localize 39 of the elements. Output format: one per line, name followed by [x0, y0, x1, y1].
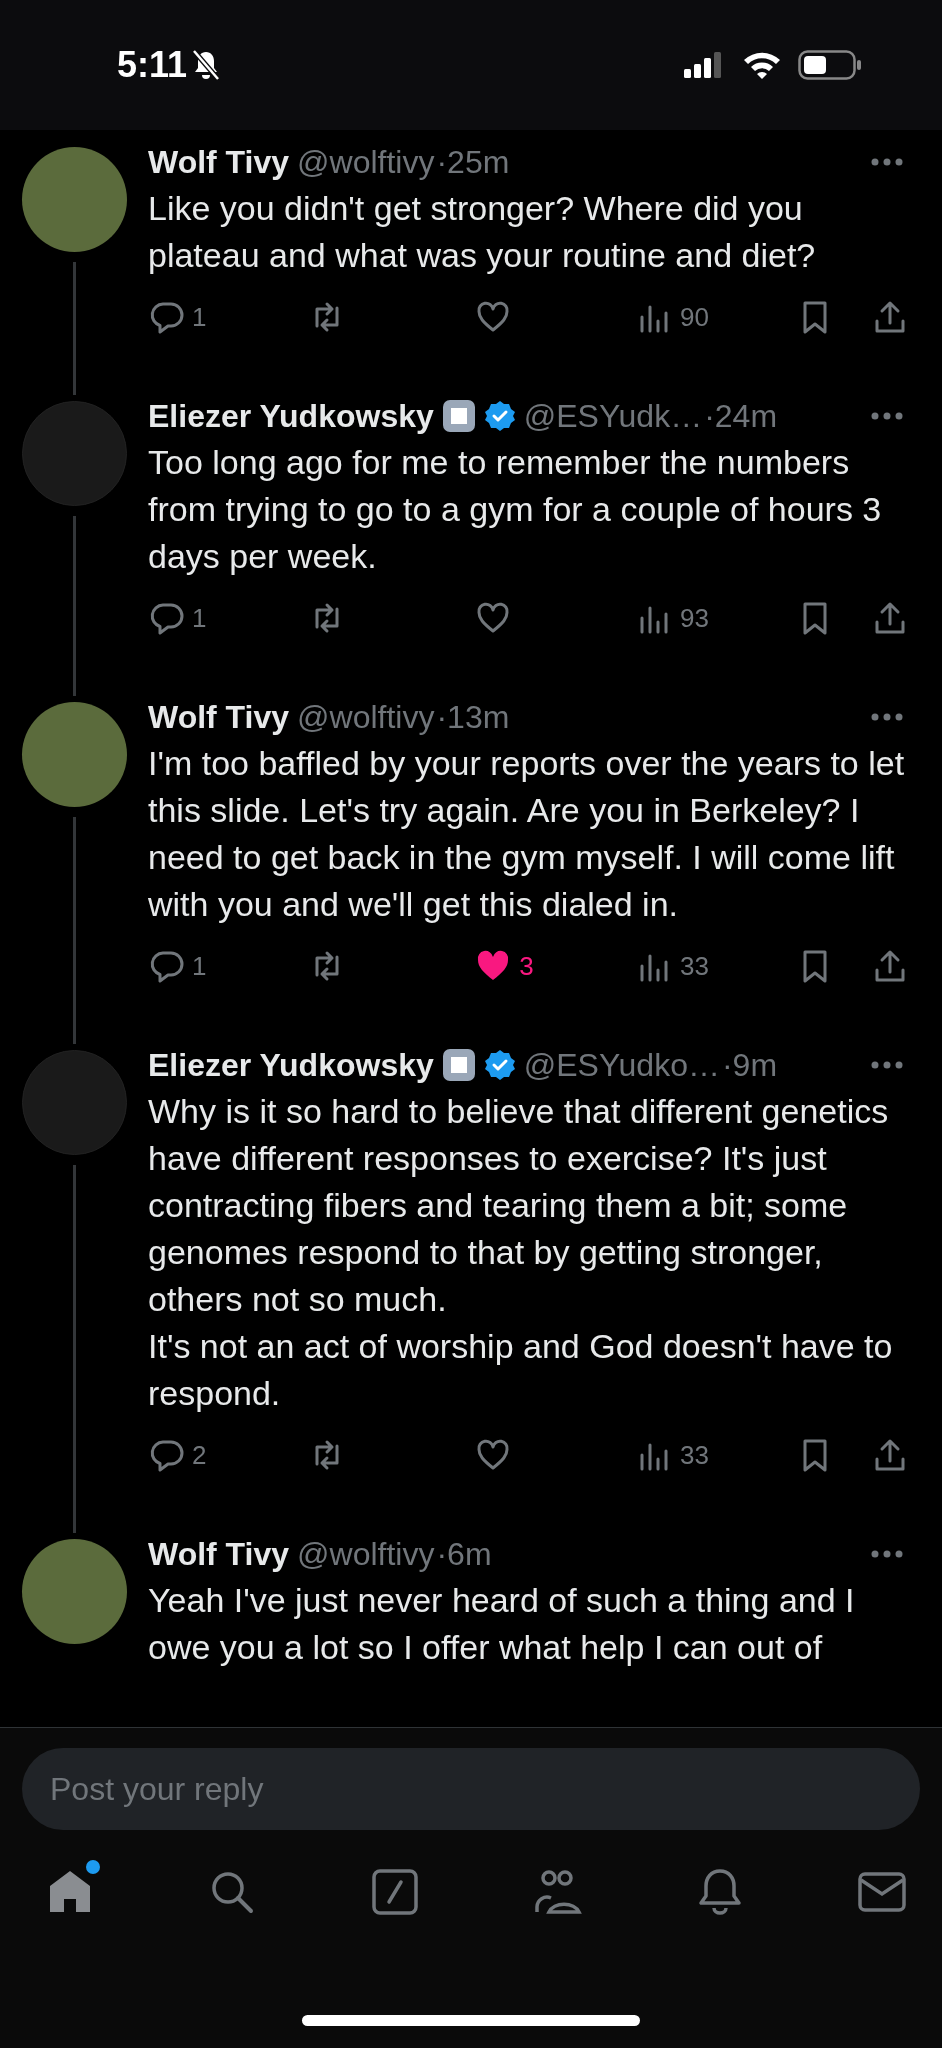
signal-icon — [684, 52, 724, 78]
post-text: Why is it so hard to believe that different genetics have different responses to exercise? It's just contracting fibers and tearing them a bit; some genomes respond to that by getting stronger, others not so much. It's not an act of worship and God doesn't have to respond. — [148, 1091, 894, 1414]
user-name[interactable]: Eliezer Yudkowsky — [148, 1041, 434, 1089]
post-text: Too long ago for me to remember the numbers from trying to go to a gym for a couple of hours 3 days per week. — [148, 442, 883, 577]
reply-button[interactable]: 1 — [148, 598, 309, 638]
user-handle[interactable]: @wolftivy — [297, 693, 435, 741]
battery-icon — [798, 50, 862, 80]
post-text: Like you didn't get stronger? Where did you plateau and what was your routine and diet? — [148, 188, 817, 276]
more-icon[interactable] — [870, 712, 904, 722]
post-time: ·13m — [436, 698, 510, 737]
reply-input-field[interactable]: Post your reply — [22, 1748, 920, 1830]
views-button[interactable]: 33 — [635, 1435, 797, 1475]
user-handle[interactable]: @wolftivy — [297, 138, 435, 186]
post-text: I'm too baffled by your reports over the years to let this slide. Let's try again. Are you in Berkeley? I need to get back in the gym myself. I will come lift with you and we'll get this dialed in. — [148, 743, 906, 925]
views-button[interactable]: 93 — [635, 598, 797, 638]
user-name[interactable]: Wolf Tivy — [148, 1530, 290, 1578]
user-name[interactable]: Wolf Tivy — [148, 138, 290, 186]
user-name[interactable]: Wolf Tivy — [148, 693, 290, 741]
reply-button[interactable]: 1 — [148, 946, 309, 986]
more-icon[interactable] — [870, 1060, 904, 1070]
views-button[interactable]: 33 — [635, 946, 797, 986]
user-name[interactable]: Eliezer Yudkowsky — [148, 392, 434, 440]
user-handle[interactable]: @wolftivy — [297, 1530, 435, 1578]
more-icon[interactable] — [870, 157, 904, 167]
reply-button[interactable]: 1 — [148, 297, 309, 337]
post-time: ·24m — [704, 397, 778, 436]
user-handle[interactable]: @ESYudko… — [523, 1041, 720, 1089]
more-icon[interactable] — [870, 1549, 904, 1559]
wifi-icon — [742, 50, 782, 80]
post-time: ·25m — [436, 143, 510, 182]
views-button[interactable]: 90 — [635, 297, 797, 337]
more-icon[interactable] — [870, 411, 904, 421]
post-time: ·6m — [436, 1535, 492, 1574]
post-text: Yeah I've just never heard of such a thing and I owe you a lot so I offer what help I can out of — [148, 1580, 856, 1668]
clock-time: 5:11 — [117, 47, 188, 83]
like-button[interactable]: 3 — [475, 946, 636, 986]
post-time: ·9m — [721, 1046, 778, 1085]
reply-button[interactable]: 2 — [148, 1435, 309, 1475]
user-handle[interactable]: @ESYudk… — [523, 392, 703, 440]
